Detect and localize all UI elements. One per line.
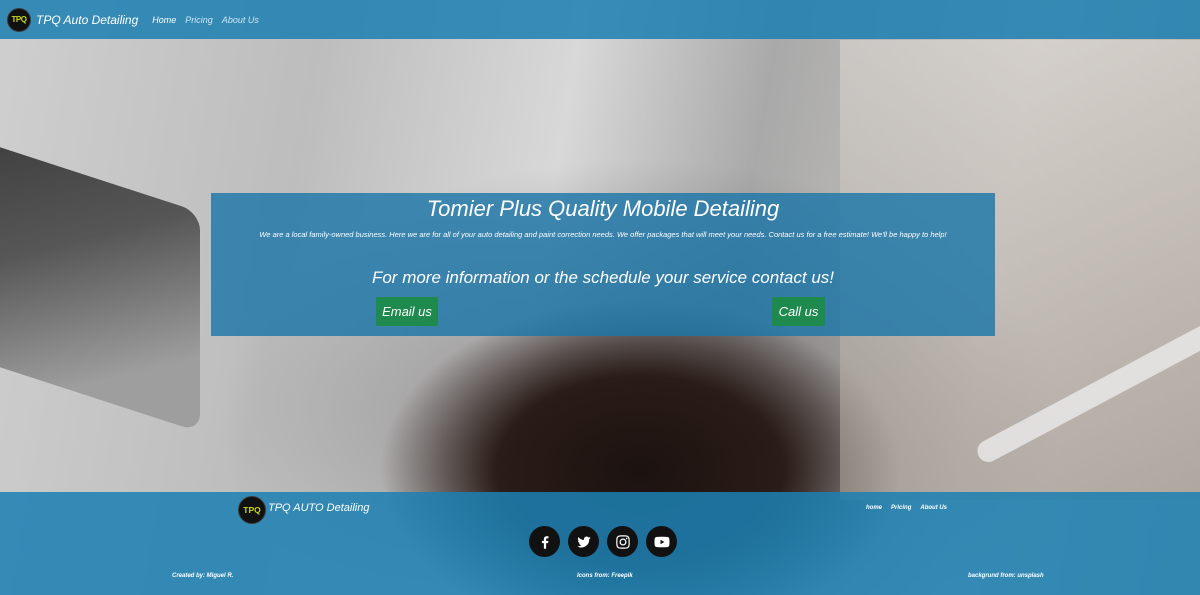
footer-brand: TPQ AUTO Detailing (268, 502, 370, 514)
nav-link-home[interactable]: Home (152, 15, 176, 25)
footer-link-home[interactable]: home (866, 505, 882, 511)
call-us-button[interactable]: Call us (772, 297, 825, 326)
headlight-shape (0, 127, 200, 433)
youtube-icon[interactable] (646, 526, 677, 557)
nav-link-about-us[interactable]: About Us (222, 15, 259, 25)
credit-icons: Icons from: Freepik (577, 573, 633, 579)
hero-description: We are a local family-owned business. He… (259, 230, 947, 239)
navbar-logo[interactable]: TPQ (7, 7, 31, 32)
footer-link-about-us[interactable]: About Us (920, 505, 947, 511)
nav-link-pricing[interactable]: Pricing (185, 15, 213, 25)
twitter-icon[interactable] (568, 526, 599, 557)
footer-links: home Pricing About Us (866, 505, 956, 511)
hero-contact-text: For more information or the schedule you… (371, 268, 835, 287)
footer-link-pricing[interactable]: Pricing (891, 505, 911, 511)
facebook-icon[interactable] (529, 526, 560, 557)
instagram-icon[interactable] (607, 526, 638, 557)
credit-background: backgrund from: unsplash (968, 573, 1044, 579)
social-icons (529, 526, 685, 557)
nav-links: Home Pricing About Us (152, 15, 268, 25)
credit-created-by: Created by: Miguel R. (172, 573, 234, 579)
navbar: TPQ TPQ Auto Detailing Home Pricing Abou… (0, 0, 1200, 39)
hero-panel: Tomier Plus Quality Mobile Detailing We … (211, 193, 995, 336)
footer: TPQ TPQ AUTO Detailing home Pricing Abou… (0, 492, 1200, 595)
navbar-brand[interactable]: TPQ Auto Detailing (36, 13, 138, 27)
hero-title: Tomier Plus Quality Mobile Detailing (426, 196, 780, 221)
footer-logo[interactable]: TPQ (238, 496, 266, 524)
email-us-button[interactable]: Email us (376, 297, 438, 326)
